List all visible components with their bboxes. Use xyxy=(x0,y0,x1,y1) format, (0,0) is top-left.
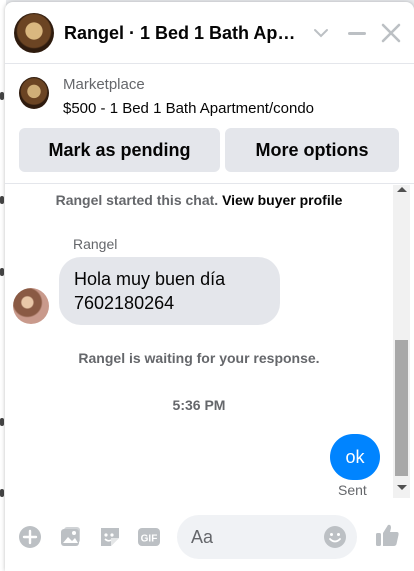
more-options-button[interactable]: More options xyxy=(225,128,399,172)
outgoing-message-bubble[interactable]: ok xyxy=(330,434,380,480)
sender-name: Rangel xyxy=(73,236,118,252)
chat-started-text: Rangel started this chat. xyxy=(55,192,219,208)
minimize-icon[interactable] xyxy=(344,20,370,46)
incoming-message-bubble[interactable]: Hola muy buen día 7602180264 xyxy=(59,257,280,325)
message-thread: Rangel started this chat. View buyer pro… xyxy=(5,185,414,501)
background-mark xyxy=(0,196,4,204)
like-icon[interactable] xyxy=(373,521,401,549)
listing-thumbnail[interactable] xyxy=(19,77,49,109)
background-mark xyxy=(0,268,4,276)
chat-window: Rangel · 1 Bed 1 Bath Apartment/condo Ma… xyxy=(5,2,414,571)
waiting-notice: Rangel is waiting for your response. xyxy=(78,350,320,366)
view-buyer-profile-link[interactable]: View buyer profile xyxy=(222,192,342,208)
background-mark xyxy=(0,489,4,497)
message-line: 7602180264 xyxy=(74,293,175,313)
message-composer: GIF xyxy=(5,506,414,571)
message-line: Hola muy buen día xyxy=(74,269,226,289)
gif-icon[interactable]: GIF xyxy=(136,524,162,550)
listing-description[interactable]: $500 - 1 Bed 1 Bath Apartment/condo xyxy=(63,100,314,117)
add-icon[interactable] xyxy=(17,524,43,550)
scrollbar-thumb[interactable] xyxy=(395,340,408,476)
scroll-up-arrow-icon[interactable] xyxy=(397,187,407,192)
marketplace-listing: Marketplace $500 - 1 Bed 1 Bath Apartmen… xyxy=(5,64,414,184)
message-status: Sent xyxy=(338,482,367,498)
chat-header[interactable]: Rangel · 1 Bed 1 Bath Apartment/condo xyxy=(5,2,414,64)
mark-as-pending-button[interactable]: Mark as pending xyxy=(19,128,220,172)
scroll-down-arrow-icon[interactable] xyxy=(397,485,407,490)
chat-started-notice: Rangel started this chat. View buyer pro… xyxy=(5,192,393,208)
photo-icon[interactable] xyxy=(57,524,83,550)
message-timestamp: 5:36 PM xyxy=(172,397,226,413)
emoji-icon[interactable] xyxy=(323,525,347,549)
gif-label: GIF xyxy=(141,534,158,545)
background-mark xyxy=(0,418,4,426)
sender-avatar[interactable] xyxy=(13,288,49,324)
chevron-down-icon[interactable] xyxy=(308,20,334,46)
chat-title[interactable]: Rangel · 1 Bed 1 Bath Apartment/condo xyxy=(64,23,304,44)
sticker-icon[interactable] xyxy=(97,524,123,550)
close-icon[interactable] xyxy=(378,20,404,46)
listing-source: Marketplace xyxy=(63,76,145,93)
background-mark xyxy=(0,92,4,100)
contact-avatar[interactable] xyxy=(14,13,54,53)
scrollbar[interactable] xyxy=(393,185,410,498)
